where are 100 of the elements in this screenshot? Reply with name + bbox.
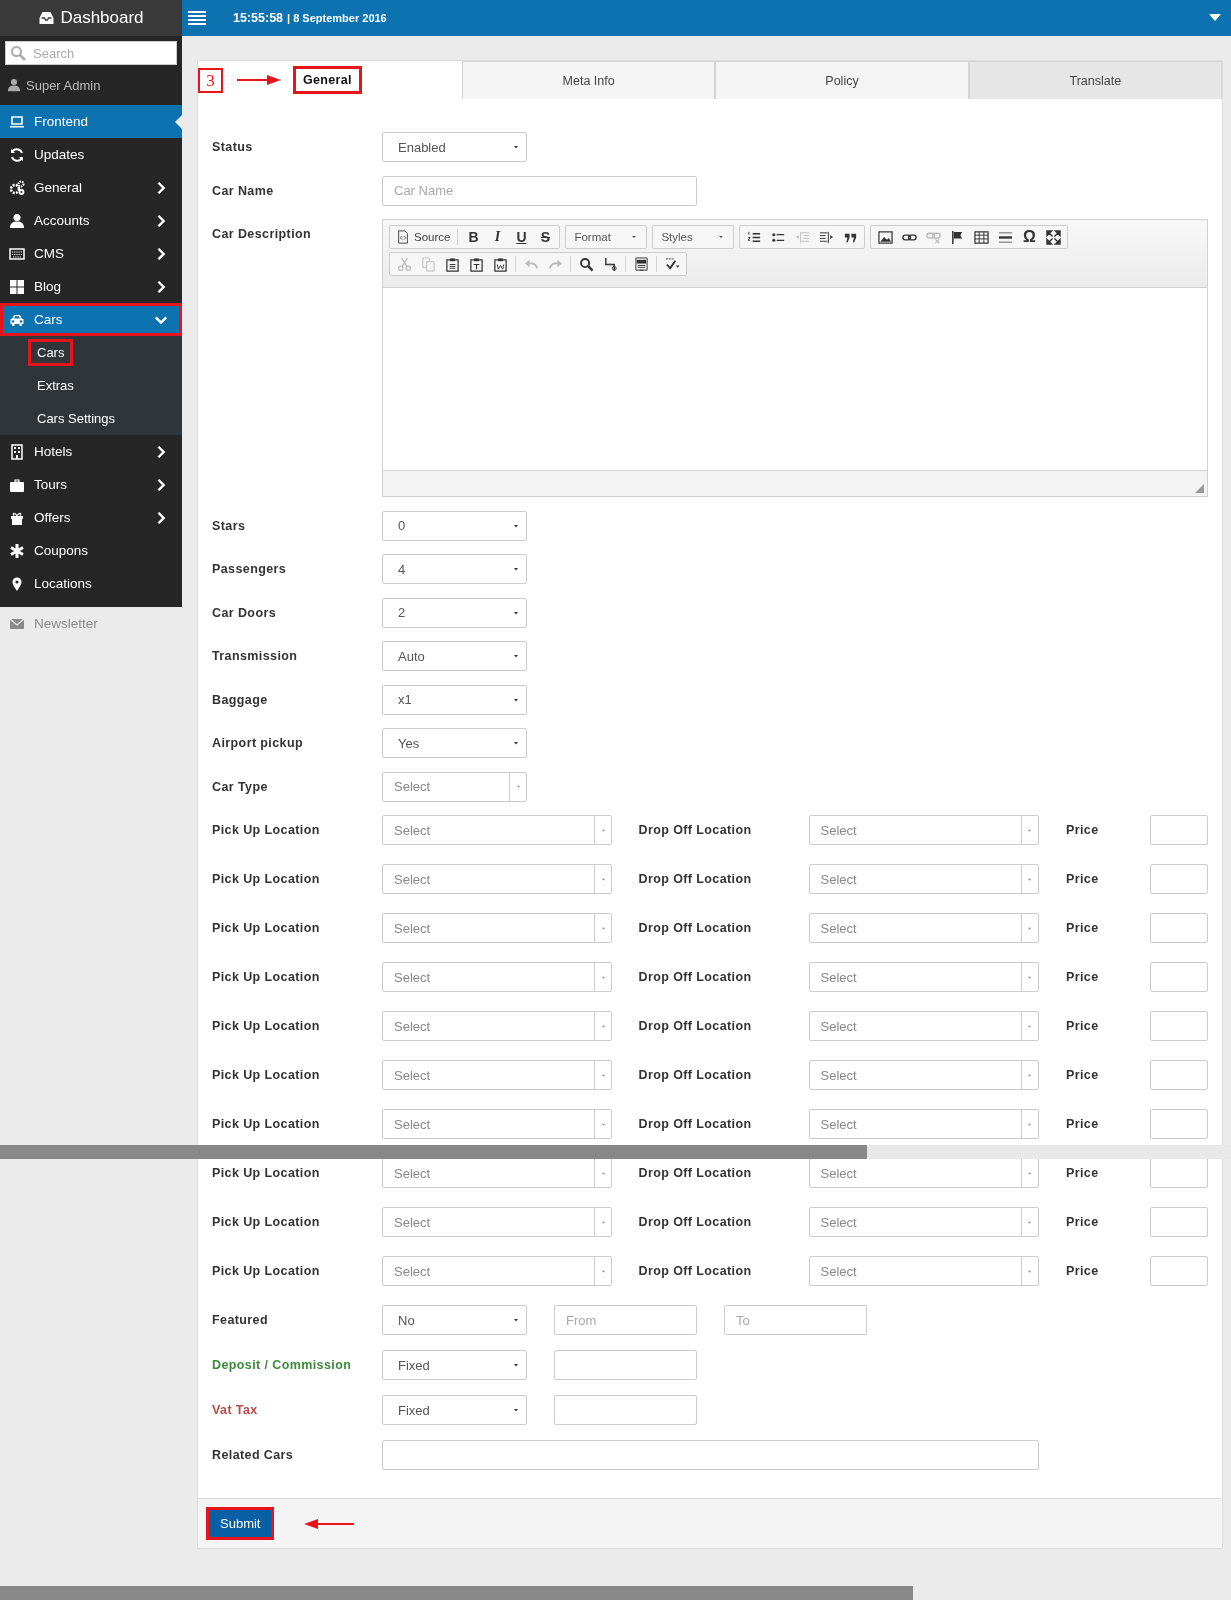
strikethrough-button[interactable]: S xyxy=(533,227,558,247)
bold-button[interactable]: B xyxy=(461,227,486,247)
special-character-button[interactable]: Ω xyxy=(1017,227,1042,247)
price-field[interactable] xyxy=(1150,962,1208,992)
dropdown[interactable]: Fixed xyxy=(382,1395,527,1425)
source-button[interactable]: Source xyxy=(392,227,455,247)
field-label: Pick Up Location xyxy=(212,1166,321,1180)
price-field[interactable] xyxy=(1150,1256,1208,1286)
dropdown[interactable]: 2 xyxy=(382,597,527,628)
submenu-item[interactable]: Cars Settings xyxy=(28,405,125,432)
style-dropdown[interactable]: Format xyxy=(568,227,645,247)
dropdown[interactable]: Select xyxy=(382,815,612,845)
search-field[interactable]: Search xyxy=(5,41,177,65)
price-field[interactable] xyxy=(1150,1158,1208,1188)
field-label: Car Description xyxy=(212,227,313,241)
dropdown[interactable]: Fixed xyxy=(382,1350,527,1380)
dropdown[interactable]: Yes xyxy=(382,728,527,758)
field-label: Drop Off Location xyxy=(638,921,753,935)
price-field[interactable] xyxy=(1150,1060,1208,1090)
sidebar-item[interactable]: General xyxy=(0,171,182,204)
building-icon xyxy=(9,443,25,460)
caret-icon xyxy=(512,143,520,151)
sidebar-item[interactable]: Locations xyxy=(0,567,182,600)
text-field[interactable] xyxy=(382,1440,1039,1470)
price-field[interactable] xyxy=(1150,1207,1208,1237)
field-label: Pick Up Location xyxy=(212,823,321,837)
price-field[interactable] xyxy=(1150,1109,1208,1139)
sidebar-item[interactable]: Accounts xyxy=(0,204,182,237)
dropdown[interactable]: Select xyxy=(382,1060,612,1090)
dropdown[interactable]: 4 xyxy=(382,554,527,584)
field-label: Price xyxy=(1066,970,1100,984)
date-field[interactable]: From xyxy=(554,1305,697,1335)
submit-button[interactable]: Submit xyxy=(206,1507,275,1540)
dropdown[interactable]: Auto xyxy=(382,641,527,671)
sidebar-item[interactable]: Cars xyxy=(0,303,182,336)
dropdown[interactable]: Select xyxy=(808,864,1039,894)
dropdown[interactable]: x1 xyxy=(382,684,527,715)
tab[interactable]: Policy xyxy=(715,61,969,99)
date-field[interactable]: To xyxy=(724,1305,867,1335)
menu-icon[interactable] xyxy=(188,11,206,25)
sidebar-item[interactable]: Frontend xyxy=(0,105,182,138)
sidebar-item[interactable]: Blog xyxy=(0,270,182,303)
amount-field[interactable] xyxy=(554,1350,697,1380)
dropdown[interactable]: Select xyxy=(808,815,1039,845)
field-label: Drop Off Location xyxy=(638,823,753,837)
dropdown[interactable]: Select xyxy=(808,913,1039,943)
sidebar-item[interactable]: Offers xyxy=(0,501,182,534)
dropdown[interactable]: Select xyxy=(808,962,1039,992)
dropdown[interactable]: Select xyxy=(382,864,612,894)
dropdown[interactable]: Select xyxy=(382,962,612,992)
app-title: Dashboard xyxy=(60,8,144,28)
submenu-item[interactable]: Cars xyxy=(28,339,74,366)
style-dropdown[interactable]: Styles xyxy=(655,227,732,247)
dropdown[interactable]: 0 xyxy=(382,510,527,541)
underline-button[interactable]: U xyxy=(509,227,534,247)
dropdown[interactable]: Select xyxy=(808,1256,1039,1286)
field-label: Car Name xyxy=(212,183,275,198)
dropdown[interactable]: Select xyxy=(382,1011,612,1041)
tab[interactable]: General xyxy=(293,66,362,94)
price-field[interactable] xyxy=(1150,815,1208,845)
clipboard-icon xyxy=(468,256,484,272)
dropdown[interactable]: Select xyxy=(808,1011,1039,1041)
dropdown[interactable]: Enabled xyxy=(382,132,527,162)
submenu-item[interactable]: Extras xyxy=(28,372,83,399)
dropdown[interactable]: Select xyxy=(382,771,527,802)
amount-field[interactable] xyxy=(554,1395,697,1425)
field-label: Stars xyxy=(212,518,247,533)
tab[interactable]: Meta Info xyxy=(462,61,716,99)
dropdown[interactable]: Select xyxy=(382,1207,612,1237)
caret-icon xyxy=(512,1406,520,1414)
field-label: Price xyxy=(1066,1264,1100,1278)
dropdown[interactable]: Select xyxy=(808,1207,1039,1237)
sidebar-item[interactable]: Coupons xyxy=(0,534,182,567)
annotation-arrow xyxy=(237,74,281,86)
dropdown[interactable]: Select xyxy=(808,1109,1039,1139)
dropdown[interactable]: Select xyxy=(382,1256,612,1286)
sidebar-item[interactable]: Hotels xyxy=(0,435,182,468)
annotation-number: 3 xyxy=(198,67,223,93)
tab[interactable]: Translate xyxy=(968,61,1222,99)
search-icon xyxy=(10,45,26,61)
price-field[interactable] xyxy=(1150,913,1208,943)
dropdown[interactable]: Select xyxy=(808,1060,1039,1090)
dropdown[interactable]: Select xyxy=(382,1109,612,1139)
resize-handle-icon[interactable] xyxy=(1195,484,1204,493)
dropdown[interactable]: Select xyxy=(382,913,612,943)
field-label: Featured xyxy=(212,1313,269,1327)
field-label: Drop Off Location xyxy=(638,1019,753,1033)
sidebar-item[interactable]: Updates xyxy=(0,138,182,171)
text-field[interactable]: Car Name xyxy=(382,175,697,206)
italic-button[interactable]: I xyxy=(485,227,510,247)
annotation-arrow xyxy=(304,1517,355,1530)
price-field[interactable] xyxy=(1150,864,1208,894)
field-label: Pick Up Location xyxy=(212,1068,321,1082)
sidebar-item[interactable]: CMS xyxy=(0,237,182,270)
price-field[interactable] xyxy=(1150,1011,1208,1041)
dropdown[interactable]: No xyxy=(382,1305,527,1335)
caret-icon[interactable] xyxy=(1209,14,1221,22)
current-date: | 8 September 2016 xyxy=(287,12,387,24)
user-name: Super Admin xyxy=(26,77,101,93)
sidebar-item[interactable]: Tours xyxy=(0,468,182,501)
